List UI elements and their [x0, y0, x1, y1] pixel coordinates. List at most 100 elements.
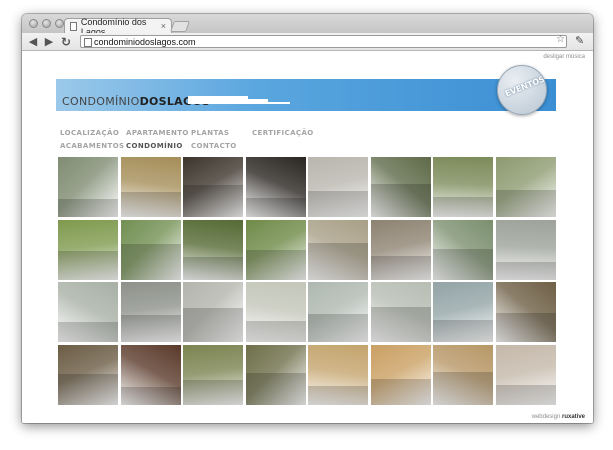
- wrench-menu-icon[interactable]: ✎: [575, 34, 584, 47]
- gallery-photo[interactable]: [58, 157, 118, 217]
- gallery-photo[interactable]: [58, 220, 118, 280]
- page-content: desligar música CONDOMÍNIODOSLAGOS EVENT…: [22, 51, 593, 423]
- gallery-photo[interactable]: [433, 157, 493, 217]
- gallery-photo[interactable]: [246, 282, 306, 342]
- logo-bar-accent: [248, 99, 268, 102]
- close-window-button[interactable]: [29, 19, 38, 28]
- photo-detail: [183, 308, 243, 342]
- title-bar: Condomínio dos Lagos ×: [22, 14, 593, 37]
- photo-detail: [308, 243, 368, 280]
- forward-button[interactable]: ▶: [42, 33, 56, 50]
- gallery-photo[interactable]: [433, 345, 493, 405]
- gallery-photo[interactable]: [308, 282, 368, 342]
- gallery-photo[interactable]: [246, 220, 306, 280]
- gallery-photo[interactable]: [496, 220, 556, 280]
- gallery-photo[interactable]: [308, 345, 368, 405]
- url-text: condominiodoslagos.com: [94, 36, 196, 47]
- browser-tab[interactable]: Condomínio dos Lagos ×: [64, 17, 172, 37]
- photo-detail: [371, 256, 431, 280]
- gallery-photo[interactable]: [496, 345, 556, 405]
- logo-text-2: DOS: [139, 95, 167, 108]
- photo-detail: [308, 314, 368, 342]
- gallery-photo[interactable]: [121, 220, 181, 280]
- nav-item-plantas[interactable]: PLANTAS: [191, 129, 229, 137]
- photo-detail: [308, 386, 368, 405]
- footer-brand: ruxative: [561, 414, 585, 420]
- nav-item-apartamento[interactable]: APARTAMENTO: [126, 129, 189, 137]
- browser-toolbar: ◀ ▶ ↻ condominiodoslagos.com ☆ ✎: [22, 33, 593, 51]
- gallery-photo[interactable]: [371, 282, 431, 342]
- photo-detail: [58, 374, 118, 405]
- photo-detail: [58, 199, 118, 217]
- minimize-window-button[interactable]: [42, 19, 51, 28]
- new-tab-button[interactable]: [169, 21, 191, 32]
- footer-credit[interactable]: webdesign ruxative: [532, 414, 585, 420]
- photo-detail: [433, 372, 493, 405]
- gallery-photo[interactable]: [433, 282, 493, 342]
- gallery-photo[interactable]: [496, 157, 556, 217]
- gallery-photo[interactable]: [183, 282, 243, 342]
- logo-text-1: CONDOMÍNIO: [62, 95, 140, 108]
- close-tab-icon[interactable]: ×: [161, 21, 166, 31]
- address-bar[interactable]: condominiodoslagos.com: [80, 35, 567, 48]
- gallery-photo[interactable]: [246, 345, 306, 405]
- gallery-photo[interactable]: [308, 157, 368, 217]
- photo-detail: [496, 385, 556, 405]
- nav-item-contacto[interactable]: CONTACTO: [191, 142, 237, 150]
- nav-item-condominio[interactable]: CONDOMÍNIO: [126, 142, 183, 150]
- logo-line: [188, 102, 290, 104]
- music-toggle-link[interactable]: desligar música: [543, 54, 585, 60]
- photo-detail: [121, 315, 181, 342]
- footer-credit-label: webdesign: [531, 414, 561, 420]
- nav-item-certificacao[interactable]: CERTIFICAÇÃO: [252, 129, 314, 137]
- photo-detail: [246, 198, 306, 217]
- browser-window: Condomínio dos Lagos × ◀ ▶ ↻ condominiod…: [22, 14, 593, 423]
- photo-detail: [496, 262, 556, 280]
- gallery-photo[interactable]: [371, 345, 431, 405]
- zoom-window-button[interactable]: [55, 19, 64, 28]
- photo-detail: [58, 251, 118, 280]
- gallery-photo[interactable]: [433, 220, 493, 280]
- nav-item-acabamentos[interactable]: ACABAMENTOS: [60, 142, 125, 150]
- page-icon: [70, 22, 77, 31]
- photo-detail: [496, 313, 556, 342]
- photo-detail: [433, 197, 493, 217]
- window-controls: [29, 19, 64, 28]
- gallery-photo[interactable]: [183, 345, 243, 405]
- gallery-photo[interactable]: [121, 157, 181, 217]
- gallery-photo[interactable]: [58, 282, 118, 342]
- photo-detail: [246, 321, 306, 342]
- back-button[interactable]: ◀: [26, 33, 40, 50]
- photo-detail: [183, 185, 243, 217]
- photo-detail: [371, 307, 431, 342]
- gallery-photo[interactable]: [183, 220, 243, 280]
- photo-detail: [58, 322, 118, 342]
- photo-detail: [183, 257, 243, 280]
- photo-gallery: [58, 157, 556, 405]
- photo-detail: [121, 387, 181, 405]
- photo-detail: [246, 250, 306, 280]
- gallery-photo[interactable]: [121, 345, 181, 405]
- gallery-photo[interactable]: [246, 157, 306, 217]
- photo-detail: [433, 249, 493, 280]
- photo-detail: [371, 379, 431, 405]
- bookmark-star-icon[interactable]: ☆: [556, 34, 565, 45]
- photo-detail: [433, 320, 493, 342]
- photo-detail: [246, 373, 306, 405]
- eventos-label: EVENTOS: [503, 74, 547, 99]
- reload-button[interactable]: ↻: [58, 33, 74, 50]
- gallery-photo[interactable]: [58, 345, 118, 405]
- photo-detail: [183, 380, 243, 405]
- nav-item-localizacao[interactable]: LOCALIZAÇÃO: [60, 129, 119, 137]
- gallery-photo[interactable]: [121, 282, 181, 342]
- gallery-photo[interactable]: [496, 282, 556, 342]
- eventos-badge[interactable]: EVENTOS: [497, 65, 547, 115]
- page-icon: [84, 38, 92, 47]
- gallery-photo[interactable]: [371, 220, 431, 280]
- photo-detail: [121, 192, 181, 217]
- photo-detail: [308, 191, 368, 217]
- gallery-photo[interactable]: [183, 157, 243, 217]
- gallery-photo[interactable]: [308, 220, 368, 280]
- photo-detail: [371, 184, 431, 217]
- gallery-photo[interactable]: [371, 157, 431, 217]
